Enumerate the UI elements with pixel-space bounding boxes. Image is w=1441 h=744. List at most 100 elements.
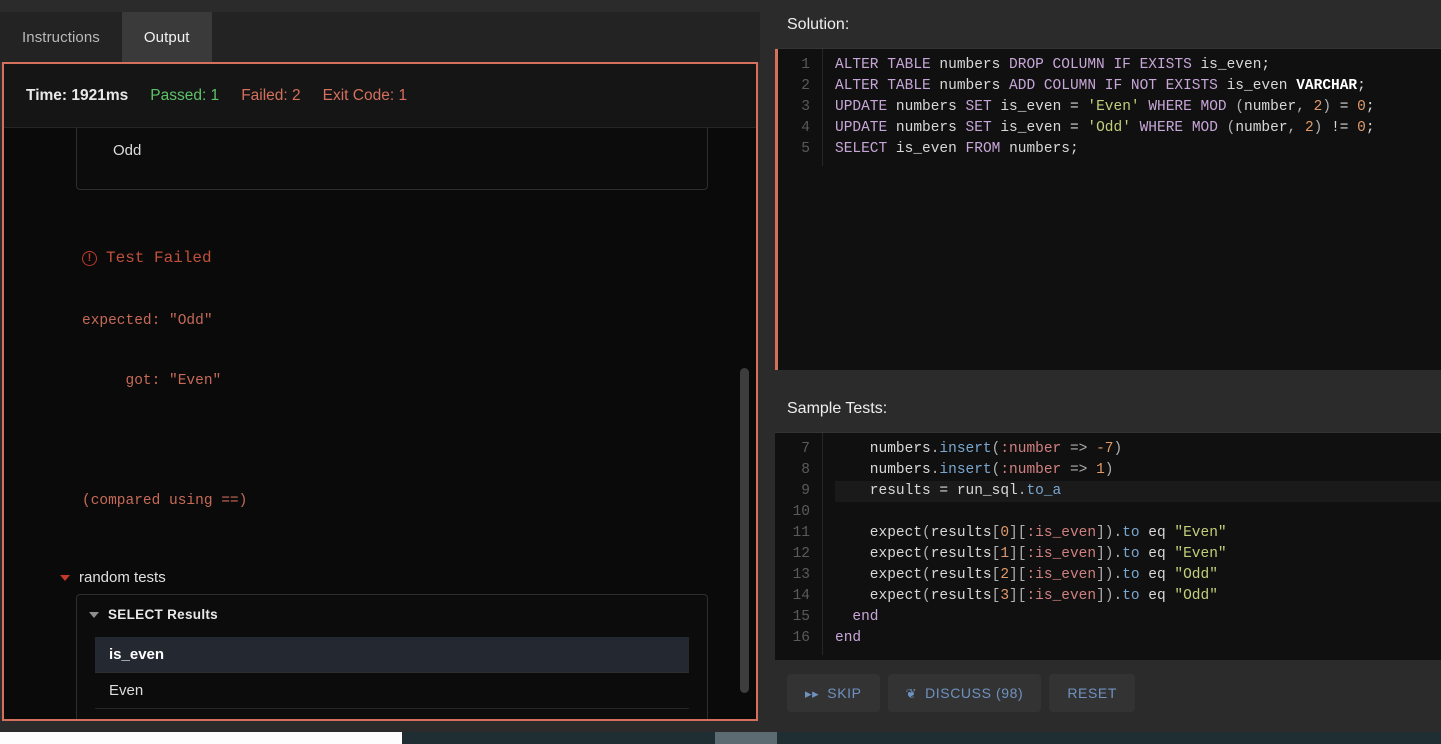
test-group-label: random tests <box>79 569 166 586</box>
code-token: results <box>930 588 992 604</box>
code-token: number <box>1244 99 1297 115</box>
previous-results-box: Odd <box>76 128 708 190</box>
tab-instructions[interactable]: Instructions <box>0 12 122 62</box>
code-token: 1 <box>1096 462 1105 478</box>
select-results-box: SELECT Results is_even Even Even Odd Odd <box>76 594 708 719</box>
solution-panel-title: Solution: <box>775 0 1441 48</box>
code-token: ( <box>922 588 931 604</box>
code-line: ALTER TABLE numbers DROP COLUMN IF EXIST… <box>835 55 1441 76</box>
code-token: eq <box>1139 525 1175 541</box>
code-line: expect(results[0][:is_even]).to eq "Even… <box>835 523 1441 544</box>
code-line: expect(results[3][:is_even]).to eq "Odd" <box>835 586 1441 607</box>
code-token: eq <box>1139 567 1175 583</box>
code-token: results <box>930 546 992 562</box>
code-token: ; <box>1357 78 1366 94</box>
code-line: results = run_sql.to_a <box>835 481 1441 502</box>
code-token: to <box>1122 588 1140 604</box>
line-number: 5 <box>801 141 810 157</box>
code-token: . <box>1113 567 1123 583</box>
code-token: numbers <box>835 462 931 478</box>
table-row: Even <box>95 709 689 719</box>
code-token: end <box>835 630 862 646</box>
output-scroll-region[interactable]: Odd ! Test Failed expected: "Odd" got: "… <box>4 128 756 719</box>
page-horizontal-scrollbar-thumb-left[interactable] <box>0 732 402 744</box>
code-token: ][ <box>1009 525 1027 541</box>
select-results-header[interactable]: SELECT Results <box>77 595 707 631</box>
line-number: 10 <box>792 504 810 520</box>
code-token: WHERE MOD <box>1139 120 1227 136</box>
solution-line-numbers: 1 2 3 4 5 <box>775 49 823 166</box>
code-token: expect <box>835 546 923 562</box>
code-token: . <box>1113 588 1123 604</box>
line-number: 2 <box>801 78 810 94</box>
code-token: => <box>1061 441 1097 457</box>
discuss-button-label: DISCUSS (98) <box>925 685 1024 701</box>
line-number: 8 <box>801 462 810 478</box>
code-token: WHERE MOD <box>1148 99 1236 115</box>
sample-tests-code-lines: numbers.insert(:number => -7) numbers.in… <box>823 433 1441 655</box>
skip-button[interactable]: ▸▸ SKIP <box>787 674 880 712</box>
code-token: numbers <box>895 99 966 115</box>
output-vertical-scrollbar-thumb[interactable] <box>740 368 749 693</box>
chevron-down-icon <box>60 574 70 581</box>
code-token: 1 <box>1000 546 1010 562</box>
code-token: expect <box>835 588 923 604</box>
code-token: results = run_sql <box>835 483 1018 499</box>
reset-button-label: RESET <box>1067 685 1117 701</box>
code-token: expect <box>835 567 923 583</box>
code-token: :is_even <box>1026 588 1097 604</box>
code-token: 2 <box>1304 120 1314 136</box>
code-line: SELECT is_even FROM numbers; <box>835 139 1441 160</box>
code-token: insert <box>939 441 992 457</box>
code-token: , <box>1296 99 1314 115</box>
skip-button-label: SKIP <box>827 685 862 701</box>
code-token: ][ <box>1009 567 1027 583</box>
code-token: -7 <box>1096 441 1114 457</box>
code-token: 'Odd' <box>1087 120 1140 136</box>
code-token: insert <box>939 462 992 478</box>
code-token: end <box>835 609 879 625</box>
select-results-table: is_even Even Even Odd Odd <box>77 631 707 719</box>
code-token: :is_even <box>1026 525 1097 541</box>
fast-forward-icon: ▸▸ <box>805 685 820 701</box>
code-line: end <box>835 607 1441 628</box>
code-token: :number <box>1000 441 1062 457</box>
code-token: != <box>1331 120 1358 136</box>
code-line: end <box>835 628 1441 649</box>
summary-time: Time: 1921ms <box>26 86 129 104</box>
code-token: numbers <box>939 57 1010 73</box>
code-token: 2 <box>1000 567 1010 583</box>
code-token: ALTER TABLE <box>835 78 940 94</box>
code-line: UPDATE numbers SET is_even = 'Odd' WHERE… <box>835 118 1441 139</box>
code-token: SET <box>965 99 1001 115</box>
test-group-random-tests[interactable]: random tests <box>60 569 722 586</box>
test-failure-1-compared: (compared using ==) <box>82 493 248 509</box>
code-token: eq <box>1139 546 1175 562</box>
code-token: UPDATE <box>835 99 896 115</box>
code-token: is_even <box>1000 120 1070 136</box>
sample-tests-code-editor[interactable]: 7 8 9 10 11 12 13 14 15 16 numbers.insert(:number… <box>775 432 1441 660</box>
code-token: to <box>1122 525 1140 541</box>
previous-result-cell: Odd <box>95 128 689 189</box>
code-token: ]) <box>1096 525 1114 541</box>
code-token: ) <box>1113 441 1123 457</box>
panel-divider <box>775 370 1441 384</box>
discuss-button[interactable]: ❦ DISCUSS (98) <box>887 674 1042 712</box>
code-token: => <box>1061 462 1097 478</box>
code-line: ALTER TABLE numbers ADD COLUMN IF NOT EX… <box>835 76 1441 97</box>
solution-code-editor[interactable]: 1 2 3 4 5 ALTER TABLE numbers DROP COLUMN IF… <box>775 48 1441 370</box>
page-horizontal-scrollbar-right[interactable] <box>402 732 1441 744</box>
reset-button[interactable]: RESET <box>1049 674 1135 712</box>
code-token: ]) <box>1096 546 1114 562</box>
code-token: results <box>930 567 992 583</box>
code-line: expect(results[2][:is_even]).to eq "Odd" <box>835 565 1441 586</box>
code-token: "Odd" <box>1174 588 1218 604</box>
solution-code-lines: ALTER TABLE numbers DROP COLUMN IF EXIST… <box>823 49 1441 166</box>
test-failure-1-expected: expected: "Odd" <box>82 313 213 329</box>
line-number: 4 <box>801 120 810 136</box>
tab-output[interactable]: Output <box>121 12 212 62</box>
chevron-down-icon <box>89 611 99 618</box>
code-token: 0 <box>1357 120 1366 136</box>
page-horizontal-scrollbar-thumb-right[interactable] <box>715 732 777 744</box>
